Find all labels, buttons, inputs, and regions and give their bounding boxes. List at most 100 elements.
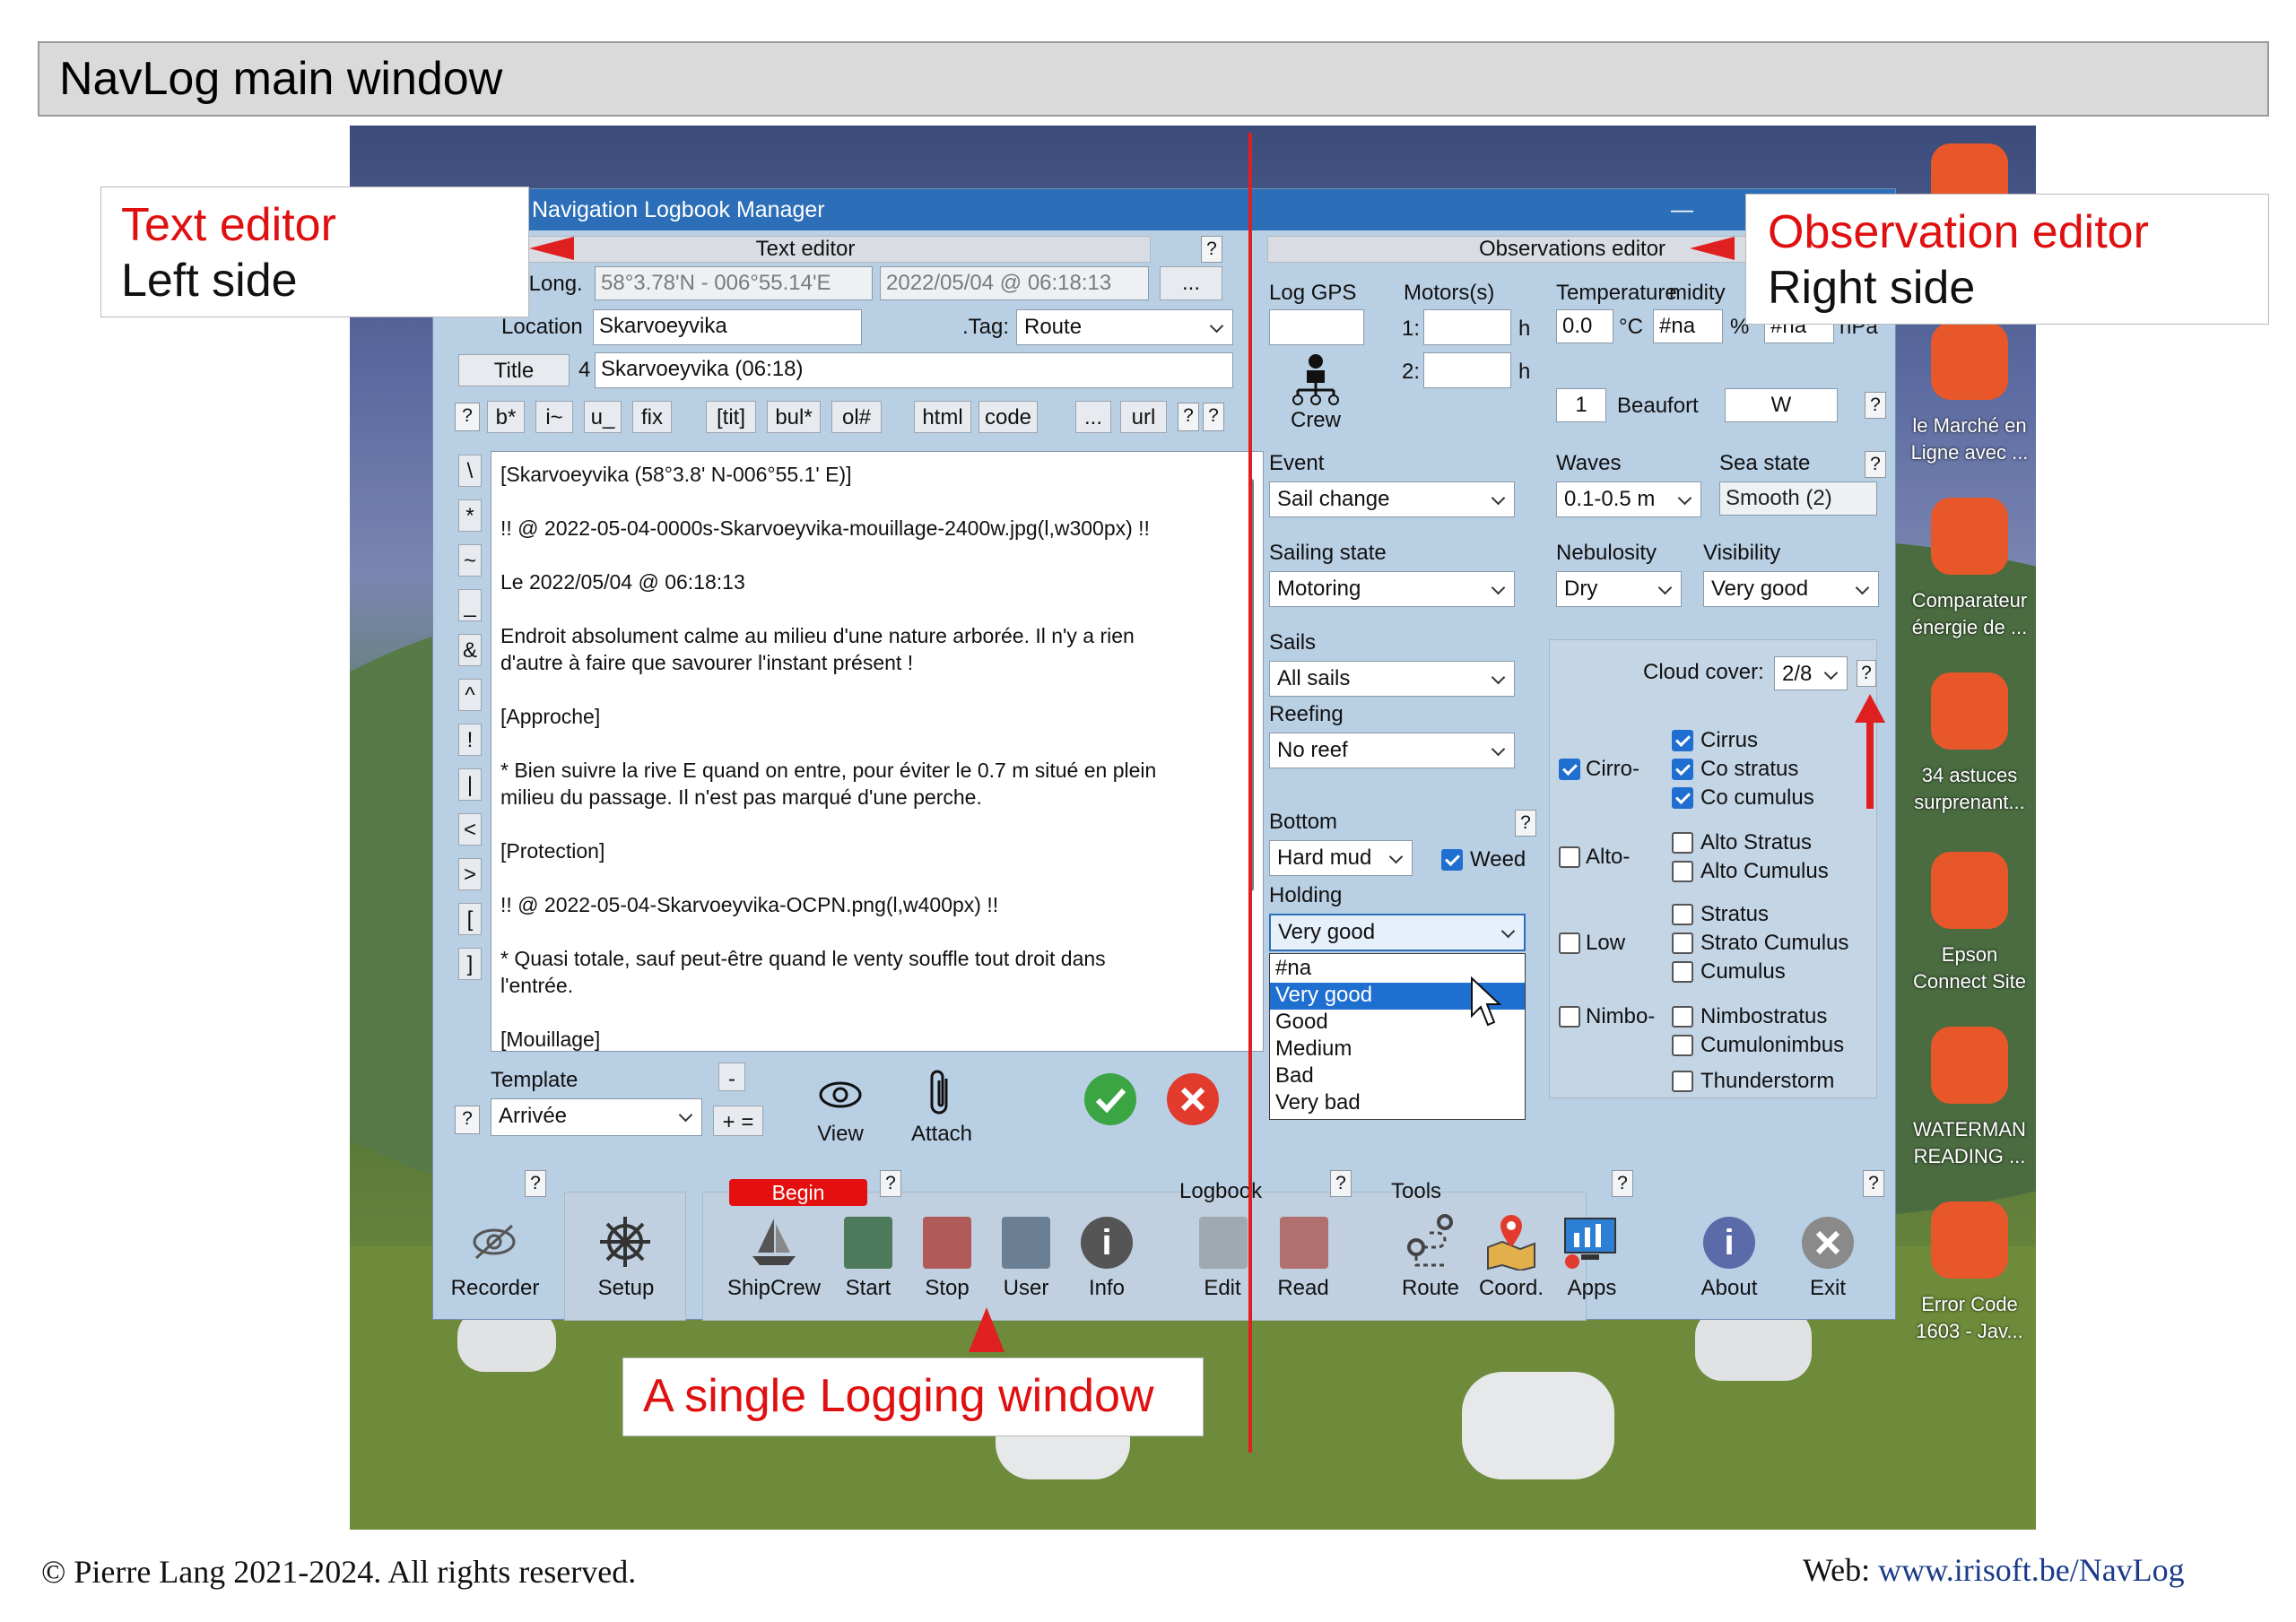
char-button[interactable]: [ (458, 903, 482, 935)
brave-icon[interactable] (1931, 672, 2008, 750)
template-select[interactable]: Arrivée (491, 1098, 702, 1136)
cloud-cover-select[interactable]: 2/8 (1774, 656, 1848, 690)
template-add-button[interactable]: + = (713, 1106, 763, 1136)
help-button[interactable]: ? (1201, 236, 1222, 263)
apps-icon[interactable] (1561, 1211, 1619, 1271)
desktop-icon-label[interactable]: Error Code 1603 - Jav... (1902, 1291, 2037, 1345)
stratus-checkbox[interactable] (1672, 904, 1693, 925)
url-button[interactable]: url (1120, 401, 1167, 433)
help-button[interactable]: ? (880, 1170, 901, 1197)
brave-icon[interactable] (1931, 323, 2008, 400)
stop-icon[interactable] (923, 1217, 971, 1269)
char-button[interactable]: ! (458, 724, 482, 756)
temperature-field[interactable]: 0.0 (1556, 309, 1613, 343)
nebulosity-select[interactable]: Dry (1556, 571, 1682, 607)
char-button[interactable]: _ (458, 589, 482, 621)
help-button[interactable]: ? (1863, 1170, 1884, 1197)
coord-label[interactable]: Coord. (1474, 1276, 1549, 1301)
datetime-field[interactable]: 2022/05/04 @ 06:18:13 (880, 266, 1149, 300)
location-field[interactable]: Skarvoeyvika (593, 309, 862, 345)
confirm-icon[interactable] (1084, 1073, 1136, 1125)
exit-icon[interactable] (1802, 1217, 1854, 1269)
paperclip-icon[interactable] (923, 1068, 959, 1118)
format-help-button[interactable]: ? (455, 403, 480, 431)
help-button[interactable]: ? (1865, 392, 1886, 419)
edit-label[interactable]: Edit (1187, 1276, 1258, 1301)
bottom-select[interactable]: Hard mud (1269, 840, 1413, 876)
help-button[interactable]: ? (1330, 1170, 1352, 1197)
recorder-label[interactable]: Recorder (446, 1276, 544, 1301)
motor1-field[interactable] (1423, 309, 1511, 345)
char-button[interactable]: \ (458, 455, 482, 487)
char-button[interactable]: * (458, 499, 482, 532)
brave-icon[interactable] (1931, 498, 2008, 575)
char-button[interactable]: > (458, 858, 482, 890)
visibility-select[interactable]: Very good (1703, 571, 1879, 607)
dropdown-option[interactable]: Bad (1275, 1063, 1314, 1089)
ordered-list-button[interactable]: ol# (831, 401, 882, 433)
template-minus-button[interactable]: - (718, 1063, 745, 1091)
code-button[interactable]: code (978, 401, 1038, 433)
crew-icon[interactable] (1287, 352, 1344, 410)
help-button[interactable]: ? (1515, 810, 1536, 837)
info-label[interactable]: Info (1071, 1276, 1143, 1301)
tag-select[interactable]: Route (1016, 309, 1233, 345)
brave-icon[interactable] (1931, 1201, 2008, 1279)
alto-checkbox[interactable] (1559, 846, 1580, 868)
more-button[interactable]: ... (1160, 266, 1222, 300)
minimize-button[interactable]: — (1671, 189, 1693, 230)
about-icon[interactable]: i (1703, 1217, 1755, 1269)
edit-icon[interactable] (1199, 1217, 1248, 1269)
thunderstorm-checkbox[interactable] (1672, 1071, 1693, 1092)
exit-label[interactable]: Exit (1787, 1276, 1868, 1301)
setup-label[interactable]: Setup (577, 1276, 675, 1301)
alto-stratus-checkbox[interactable] (1672, 832, 1693, 854)
brave-icon[interactable] (1931, 1027, 2008, 1104)
brave-icon[interactable] (1931, 852, 2008, 929)
cirro-checkbox[interactable] (1559, 759, 1580, 780)
char-button[interactable]: & (458, 634, 482, 666)
route-label[interactable]: Route (1393, 1276, 1468, 1301)
help-button[interactable]: ? (455, 1106, 480, 1134)
italic-button[interactable]: i~ (535, 401, 573, 433)
wind-direction-field[interactable]: W (1725, 388, 1838, 422)
cirrus-checkbox[interactable] (1672, 730, 1693, 751)
apps-label[interactable]: Apps (1554, 1276, 1630, 1301)
ship-wheel-icon[interactable] (596, 1213, 654, 1271)
waves-select[interactable]: 0.1-0.5 m (1556, 481, 1701, 517)
eye-icon[interactable] (817, 1071, 864, 1118)
route-icon[interactable] (1402, 1211, 1459, 1271)
desktop-icon-label[interactable]: Comparateur énergie de ... (1902, 587, 2037, 641)
info-icon[interactable]: i (1081, 1217, 1133, 1269)
shipcrew-label[interactable]: ShipCrew (722, 1276, 826, 1301)
char-button[interactable]: ] (458, 948, 482, 980)
char-button[interactable]: ~ (458, 544, 482, 577)
dropdown-option[interactable]: Good (1275, 1010, 1328, 1035)
humidity-field[interactable]: #na (1653, 309, 1723, 343)
char-button[interactable]: < (458, 813, 482, 846)
weed-checkbox[interactable] (1441, 849, 1463, 871)
text-editor-area[interactable]: [Skarvoeyvika (58°3.8' N-006°55.1' E)] !… (491, 451, 1264, 1052)
sailboat-icon[interactable] (745, 1213, 803, 1271)
cumulus-checkbox[interactable] (1672, 961, 1693, 983)
nimbostratus-checkbox[interactable] (1672, 1006, 1693, 1028)
desktop-icon-label[interactable]: WATERMAN READING ... (1902, 1116, 2037, 1170)
dropdown-option[interactable]: Medium (1275, 1037, 1352, 1062)
cumulonimbus-checkbox[interactable] (1672, 1035, 1693, 1056)
strato-cumulus-checkbox[interactable] (1672, 932, 1693, 954)
help-button[interactable]: ? (1612, 1170, 1633, 1197)
start-icon[interactable] (844, 1217, 892, 1269)
sails-select[interactable]: All sails (1269, 661, 1515, 697)
desktop-icon-label[interactable]: le Marché en Ligne avec ... (1902, 412, 2037, 466)
attach-label[interactable]: Attach (901, 1122, 982, 1147)
recorder-icon[interactable] (469, 1217, 519, 1267)
char-button[interactable]: | (458, 768, 482, 801)
sea-state-field[interactable]: Smooth (2) (1719, 481, 1877, 516)
char-button[interactable]: ^ (458, 679, 482, 711)
user-log-icon[interactable] (1002, 1217, 1050, 1269)
user-label[interactable]: User (990, 1276, 1062, 1301)
read-icon[interactable] (1280, 1217, 1328, 1269)
cancel-icon[interactable] (1167, 1073, 1219, 1125)
html-button[interactable]: html (914, 401, 971, 433)
beaufort-field[interactable]: 1 (1556, 388, 1606, 422)
